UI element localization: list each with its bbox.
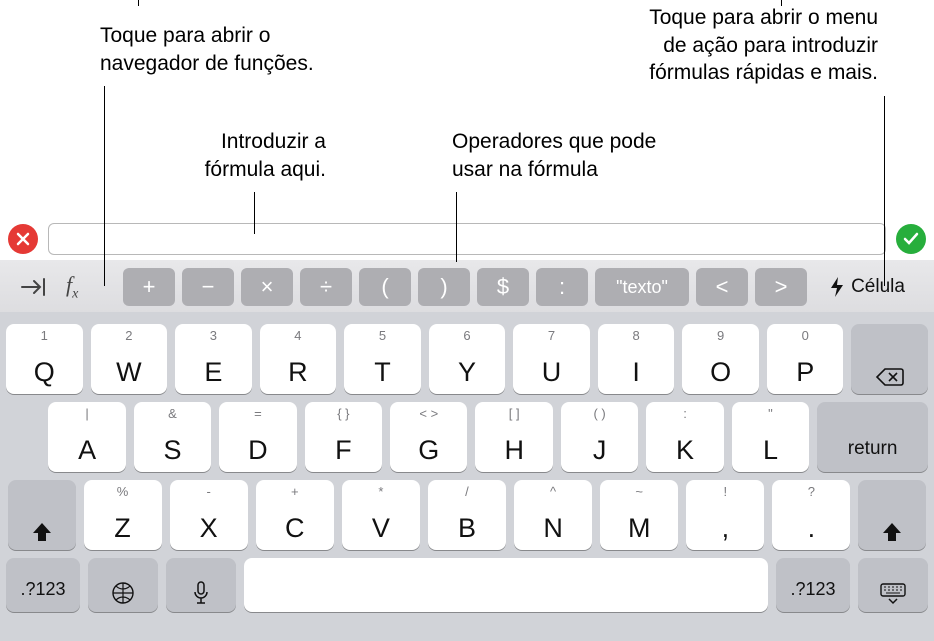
callout-fx-line bbox=[104, 86, 105, 286]
operator-minus[interactable]: − bbox=[182, 268, 234, 306]
operator-dollar[interactable]: $ bbox=[477, 268, 529, 306]
key-s[interactable]: &S bbox=[134, 402, 211, 472]
key-symbols-right[interactable]: .?123 bbox=[776, 558, 850, 612]
key-globe[interactable] bbox=[88, 558, 158, 612]
key-x[interactable]: -X bbox=[170, 480, 248, 550]
fx-button[interactable]: fx bbox=[66, 272, 116, 302]
shift-icon bbox=[30, 520, 54, 544]
keyboard-row-2: %Z -X +C *V /B ^N ~M !, ?. bbox=[6, 480, 928, 550]
operator-gt[interactable]: > bbox=[755, 268, 807, 306]
key-symbols-left[interactable]: .?123 bbox=[6, 558, 80, 612]
key-h[interactable]: [ ]H bbox=[475, 402, 552, 472]
formula-bar bbox=[0, 218, 934, 260]
callout-input: Introduzir afórmula aqui. bbox=[160, 128, 326, 183]
operator-text[interactable]: "texto" bbox=[595, 268, 689, 306]
close-icon bbox=[16, 232, 30, 246]
operator-lt[interactable]: < bbox=[696, 268, 748, 306]
operator-lparen[interactable]: ( bbox=[359, 268, 411, 306]
key-l[interactable]: "L bbox=[732, 402, 809, 472]
tab-button[interactable] bbox=[9, 268, 59, 306]
key-return[interactable]: return bbox=[817, 402, 928, 472]
key-p[interactable]: 0P bbox=[767, 324, 844, 394]
operator-plus[interactable]: + bbox=[123, 268, 175, 306]
key-a[interactable]: |A bbox=[48, 402, 125, 472]
annotation-area: Toque para abrir onavegador de funções. … bbox=[0, 0, 934, 218]
confirm-button[interactable] bbox=[896, 224, 926, 254]
callout-cell: Toque para abrir o menude ação para intr… bbox=[578, 4, 878, 87]
key-shift-right[interactable] bbox=[858, 480, 926, 550]
cell-menu-label: Célula bbox=[851, 276, 905, 298]
key-dictation[interactable] bbox=[166, 558, 236, 612]
backspace-icon bbox=[875, 366, 905, 388]
lightning-icon bbox=[829, 276, 845, 298]
callout-cell-line bbox=[884, 96, 885, 286]
key-q[interactable]: 1Q bbox=[6, 324, 83, 394]
key-e[interactable]: 3E bbox=[175, 324, 252, 394]
shift-icon bbox=[880, 520, 904, 544]
operator-divide[interactable]: ÷ bbox=[300, 268, 352, 306]
keyboard: 1Q 2W 3E 4R 5T 6Y 7U 8I 9O 0P |A &S =D {… bbox=[0, 312, 934, 641]
key-o[interactable]: 9O bbox=[682, 324, 759, 394]
mic-icon bbox=[191, 580, 211, 606]
key-y[interactable]: 6Y bbox=[429, 324, 506, 394]
key-g[interactable]: < >G bbox=[390, 402, 467, 472]
formula-input[interactable] bbox=[48, 223, 886, 255]
cell-menu-button[interactable]: Célula bbox=[814, 268, 920, 306]
key-comma[interactable]: !, bbox=[686, 480, 764, 550]
key-shift-left[interactable] bbox=[8, 480, 76, 550]
key-v[interactable]: *V bbox=[342, 480, 420, 550]
fx-label: fx bbox=[66, 272, 78, 297]
key-period[interactable]: ?. bbox=[772, 480, 850, 550]
operator-rparen[interactable]: ) bbox=[418, 268, 470, 306]
key-n[interactable]: ^N bbox=[514, 480, 592, 550]
globe-icon bbox=[110, 580, 136, 606]
keyboard-row-3: .?123 .?123 bbox=[6, 558, 928, 612]
key-z[interactable]: %Z bbox=[84, 480, 162, 550]
callout-operators-line bbox=[456, 192, 457, 262]
operators-bracket bbox=[138, 0, 782, 6]
callout-operators: Operadores que podeusar na fórmula bbox=[452, 128, 712, 183]
key-r[interactable]: 4R bbox=[260, 324, 337, 394]
operator-colon[interactable]: : bbox=[536, 268, 588, 306]
key-t[interactable]: 5T bbox=[344, 324, 421, 394]
operator-times[interactable]: × bbox=[241, 268, 293, 306]
callout-input-line bbox=[254, 192, 255, 234]
key-f[interactable]: { }F bbox=[305, 402, 382, 472]
key-backspace[interactable] bbox=[851, 324, 928, 394]
cancel-button[interactable] bbox=[8, 224, 38, 254]
key-u[interactable]: 7U bbox=[513, 324, 590, 394]
keyboard-dismiss-icon bbox=[878, 582, 908, 606]
key-b[interactable]: /B bbox=[428, 480, 506, 550]
key-dismiss-keyboard[interactable] bbox=[858, 558, 928, 612]
key-space[interactable] bbox=[244, 558, 768, 612]
key-m[interactable]: ~M bbox=[600, 480, 678, 550]
keyboard-row-1: |A &S =D { }F < >G [ ]H ( )J :K "L retur… bbox=[6, 402, 928, 472]
tab-icon bbox=[20, 276, 48, 298]
operator-toolbar: fx + − × ÷ ( ) $ : "texto" < > Célula bbox=[0, 260, 934, 312]
key-j[interactable]: ( )J bbox=[561, 402, 638, 472]
key-w[interactable]: 2W bbox=[91, 324, 168, 394]
keyboard-row-0: 1Q 2W 3E 4R 5T 6Y 7U 8I 9O 0P bbox=[6, 324, 928, 394]
check-icon bbox=[903, 232, 919, 246]
key-i[interactable]: 8I bbox=[598, 324, 675, 394]
key-k[interactable]: :K bbox=[646, 402, 723, 472]
key-c[interactable]: +C bbox=[256, 480, 334, 550]
callout-fx: Toque para abrir onavegador de funções. bbox=[100, 22, 360, 77]
key-d[interactable]: =D bbox=[219, 402, 296, 472]
